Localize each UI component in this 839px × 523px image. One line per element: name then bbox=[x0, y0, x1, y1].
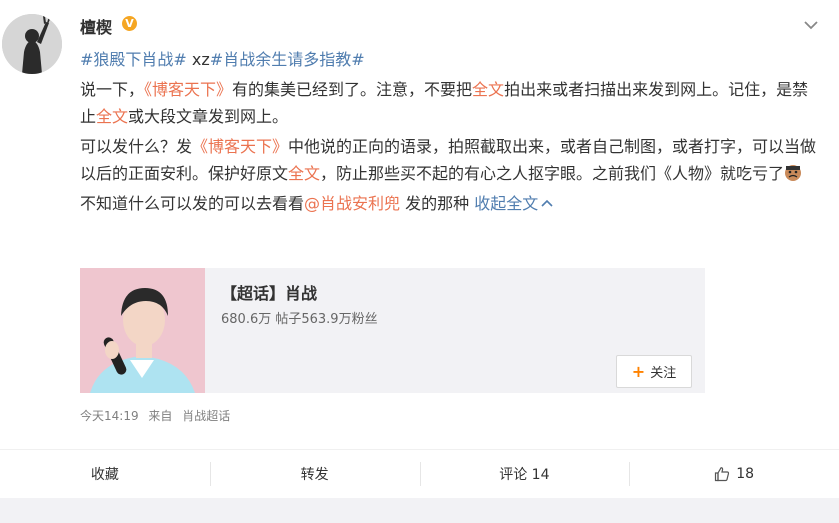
person-photo-icon bbox=[80, 268, 205, 393]
text: 可以发什么？发 bbox=[80, 137, 193, 156]
action-bar: 收藏 转发 评论 14 18 bbox=[0, 450, 839, 498]
avatar[interactable] bbox=[2, 14, 62, 74]
super-topic-title[interactable]: 【超话】肖战 bbox=[221, 280, 317, 304]
highlight-link[interactable]: 《博客天下》 bbox=[144, 80, 232, 99]
weibo-post-card: 檀楔 V #狼殿下肖战# xz#肖战余生请多指教# 说一下，《博客天下》有的集美… bbox=[0, 0, 839, 523]
collect-button[interactable]: 收藏 bbox=[0, 450, 210, 498]
source-link[interactable]: 肖战超话 bbox=[182, 409, 230, 423]
paragraph-2: 可以发什么？发《博客天下》中他说的正向的语录，拍照截取出来，或者自己制图，或者打… bbox=[80, 133, 820, 187]
follow-label: 关注 bbox=[650, 366, 677, 381]
topic-link[interactable]: #狼殿下肖战# bbox=[80, 50, 187, 69]
topic-1[interactable]: #狼殿下肖战# bbox=[80, 50, 187, 69]
comment-button[interactable]: 评论 14 bbox=[419, 450, 630, 498]
post-content: #狼殿下肖战# xz#肖战余生请多指教# 说一下，《博客天下》有的集美已经到了。… bbox=[80, 46, 820, 220]
topic-2[interactable]: #肖战余生请多指教# bbox=[210, 50, 365, 69]
like-count: 18 bbox=[736, 466, 755, 482]
repost-button[interactable]: 转发 bbox=[209, 450, 420, 498]
repost-label: 转发 bbox=[300, 467, 329, 483]
post-meta: 今天14:19 来自 肖战超话 bbox=[80, 407, 236, 424]
source-prefix: 来自 bbox=[148, 409, 173, 423]
verified-badge-icon: V bbox=[122, 16, 137, 31]
paragraph-3: 不知道什么可以发的可以去看看@肖战安利兜 发的那种 收起全文 bbox=[80, 190, 820, 217]
topic-link[interactable]: #肖战余生请多指教# bbox=[210, 50, 365, 69]
paragraph-1: 说一下，《博客天下》有的集美已经到了。注意，不要把全文拍出来或者扫描出来发到网上… bbox=[80, 76, 820, 130]
collect-label: 收藏 bbox=[90, 467, 119, 483]
highlight-link[interactable]: 全文 bbox=[288, 164, 320, 183]
super-topic-stats: 680.6万 帖子563.9万粉丝 bbox=[221, 312, 378, 327]
comment-label: 评论 14 bbox=[499, 467, 550, 483]
text: ，防止那些买不起的有心之人抠字眼。之前我们《人物》就吃亏了 bbox=[320, 164, 785, 183]
avatar-image bbox=[2, 14, 62, 74]
text: 或大段文章发到网上。 bbox=[128, 107, 289, 126]
highlight-link[interactable]: 《博客天下》 bbox=[192, 137, 288, 156]
follow-button[interactable]: + 关注 bbox=[616, 355, 692, 388]
bottom-separator-strip bbox=[0, 498, 839, 523]
angry-emoji-icon bbox=[785, 165, 802, 181]
username[interactable]: 檀楔 bbox=[80, 14, 112, 38]
collapse-fulltext-link[interactable]: 收起全文 bbox=[474, 194, 553, 213]
chevron-down-icon[interactable] bbox=[804, 20, 818, 30]
thumbs-up-icon bbox=[715, 467, 730, 482]
super-topic-card[interactable]: 【超话】肖战 680.6万 帖子563.9万粉丝 + 关注 bbox=[80, 268, 705, 393]
collapse-label[interactable]: 收起全文 bbox=[474, 194, 538, 213]
highlight-link[interactable]: 全文 bbox=[96, 107, 128, 126]
text: 说一下， bbox=[80, 80, 145, 99]
topics-line: #狼殿下肖战# xz#肖战余生请多指教# bbox=[80, 46, 820, 73]
text: 有的集美已经到了。注意，不要把 bbox=[232, 80, 473, 99]
text: 发的那种 bbox=[400, 194, 475, 213]
highlight-link[interactable]: 全文 bbox=[472, 80, 504, 99]
post-time[interactable]: 今天14:19 bbox=[80, 409, 139, 423]
topic-separator: xz bbox=[186, 50, 210, 69]
mention-link[interactable]: @肖战安利兜 bbox=[304, 194, 400, 213]
super-topic-cover-image[interactable] bbox=[80, 268, 205, 393]
like-button[interactable]: 18 bbox=[629, 450, 839, 498]
plus-icon: + bbox=[631, 361, 646, 381]
text: 不知道什么可以发的可以去看看 bbox=[80, 194, 305, 213]
chevron-up-icon[interactable] bbox=[541, 199, 553, 208]
